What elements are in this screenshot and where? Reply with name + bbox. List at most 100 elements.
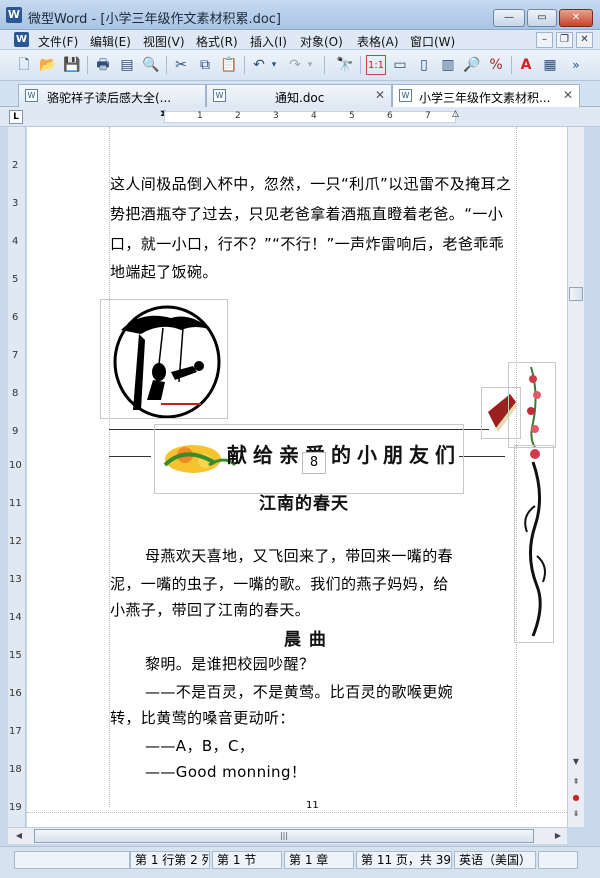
title-bar: W 微型Word - [小学三年级作文素材积累.doc] — ▭ ✕ <box>0 0 600 30</box>
undo-icon[interactable]: ↶ <box>249 55 269 75</box>
tab-document-2[interactable]: W 通知.doc ✕ <box>206 84 392 107</box>
print-preview-icon[interactable]: 🔍 <box>141 55 161 75</box>
right-indent-marker-icon[interactable]: △ <box>452 109 459 119</box>
actual-size-icon[interactable]: 1:1 <box>366 55 386 75</box>
next-page-icon[interactable]: ⇟ <box>569 807 583 822</box>
swing-clipart-image[interactable] <box>100 299 228 419</box>
section-title: 江南的春天 <box>259 494 349 514</box>
tab-close-icon[interactable]: ✕ <box>563 88 573 102</box>
scroll-right-arrow-icon[interactable]: ▶ <box>551 829 565 843</box>
tab-document-3[interactable]: W 小学三年级作文素材积... ✕ <box>392 84 580 107</box>
vruler-number: 3 <box>12 198 19 209</box>
status-empty <box>14 851 130 869</box>
horizontal-ruler[interactable]: L ⧗ 1 2 3 4 5 6 7 △ <box>0 107 600 127</box>
doc-minimize-button[interactable]: – <box>536 32 553 48</box>
copy-icon[interactable]: ⧉ <box>195 55 215 75</box>
window-title: 微型Word - [小学三年级作文素材积累.doc] <box>28 12 281 27</box>
flower-vine-image[interactable] <box>508 362 556 448</box>
vruler-number: 11 <box>9 498 22 509</box>
horizontal-scrollbar[interactable]: ◀ ||| ▶ <box>8 827 567 844</box>
maximize-button[interactable]: ▭ <box>527 9 557 27</box>
paragraph-line: 泥，一嘴的虫子，一嘴的歌。我们的燕子妈妈，给 <box>110 575 449 593</box>
open-folder-icon[interactable]: 📂 <box>38 55 58 75</box>
menu-insert[interactable]: 插入(I) <box>250 33 287 50</box>
print-icon[interactable]: 🖶 <box>93 55 113 75</box>
vruler-number: 6 <box>12 312 19 323</box>
format-paint-icon[interactable]: ▦ <box>540 55 560 75</box>
vruler-number: 12 <box>9 536 22 547</box>
close-button[interactable]: ✕ <box>559 9 593 27</box>
status-page: 第 11 页，共 39 <box>356 851 452 869</box>
cut-icon[interactable]: ✂ <box>171 55 191 75</box>
status-extra <box>538 851 578 869</box>
divider-line <box>109 456 151 457</box>
menu-file[interactable]: 文件(F) <box>38 33 78 50</box>
previous-page-icon[interactable]: ⇞ <box>569 775 583 790</box>
paragraph-line: ——Good monning！ <box>145 763 307 781</box>
menu-view[interactable]: 视图(V) <box>143 33 185 50</box>
tab-close-icon[interactable]: ✕ <box>375 88 385 102</box>
paragraph-line: 这人间极品倒入杯中，忽然，一只“利爪”以迅雷不及掩耳之 <box>110 175 512 193</box>
tab-stop-selector[interactable]: L <box>9 110 23 124</box>
word-doc-icon: W <box>25 89 38 102</box>
ruler-number: 6 <box>387 111 393 121</box>
font-color-icon[interactable]: A <box>516 55 536 75</box>
vruler-number: 18 <box>9 764 22 775</box>
left-margin-guide <box>109 127 110 807</box>
document-page[interactable]: 这人间极品倒入杯中，忽然，一只“利爪”以迅雷不及掩耳之 势把酒瓶夺了过去，只见老… <box>27 127 567 827</box>
menu-format[interactable]: 格式(R) <box>196 33 238 50</box>
document-icon[interactable]: W <box>14 32 29 47</box>
redo-icon[interactable]: ↷ <box>285 55 305 75</box>
paragraph-line: 小燕子，带回了江南的春天。 <box>110 601 311 619</box>
ruler-number: 3 <box>273 111 279 121</box>
tab-label: 小学三年级作文素材积... <box>419 91 551 105</box>
percent-zoom-icon[interactable]: % <box>486 55 506 75</box>
vruler-number: 5 <box>12 274 19 285</box>
redo-dropdown-icon[interactable]: ▾ <box>304 55 316 75</box>
ornament-vine-image[interactable] <box>514 445 554 643</box>
horizontal-scroll-thumb[interactable]: ||| <box>34 829 534 843</box>
scroll-left-arrow-icon[interactable]: ◀ <box>12 829 26 843</box>
ruler-number: 2 <box>235 111 241 121</box>
page-width-icon[interactable]: ▭ <box>390 55 410 75</box>
document-tabs: W 骆驼祥子读后感大全(... W 通知.doc ✕ W 小学三年级作文素材积.… <box>0 81 600 107</box>
paste-icon[interactable]: 📋 <box>219 55 239 75</box>
ruler-number: 1 <box>197 111 203 121</box>
ruler-number: 5 <box>349 111 355 121</box>
vruler-number: 2 <box>12 160 19 171</box>
menu-bar: W 文件(F) 编辑(E) 视图(V) 格式(R) 插入(I) 对象(O) 表格… <box>0 30 600 50</box>
zoom-icon[interactable]: 🔎 <box>462 55 482 75</box>
vruler-number: 13 <box>9 574 22 585</box>
menu-table[interactable]: 表格(A) <box>357 33 399 50</box>
toolbar-divider <box>87 56 88 74</box>
doc-close-button[interactable]: ✕ <box>576 32 593 48</box>
paragraph-line: 势把酒瓶夺了过去，只见老爸拿着酒瓶直瞪着老爸。“一小 <box>110 205 504 223</box>
pdf-export-icon[interactable]: ▤ <box>117 55 137 75</box>
find-icon[interactable]: 🔭 <box>335 55 355 75</box>
vertical-scrollbar[interactable]: ▼ ⇞ ● ⇟ <box>567 127 584 827</box>
section-title: 晨 曲 <box>284 630 327 650</box>
ruler-number: 4 <box>311 111 317 121</box>
more-tools-icon[interactable]: » <box>566 55 586 75</box>
paragraph-line: 转，比黄莺的嗓音更动听： <box>110 709 295 727</box>
menu-object[interactable]: 对象(O) <box>300 33 343 50</box>
save-icon[interactable]: 💾 <box>62 55 82 75</box>
doc-restore-button[interactable]: ❐ <box>556 32 573 48</box>
menu-window[interactable]: 窗口(W) <box>410 33 455 50</box>
two-pages-icon[interactable]: ▥ <box>438 55 458 75</box>
tab-document-1[interactable]: W 骆驼祥子读后感大全(... <box>18 84 206 107</box>
minimize-button[interactable]: — <box>493 9 525 27</box>
vruler-number: 19 <box>9 802 22 813</box>
vruler-number: 10 <box>9 460 22 471</box>
ruler-scale: 1 2 3 4 5 6 7 <box>164 111 456 123</box>
vertical-scroll-thumb[interactable] <box>569 287 583 301</box>
vertical-ruler[interactable]: 2 3 4 5 6 7 8 9 10 11 12 13 14 15 16 17 … <box>8 127 26 827</box>
paragraph-line: 母燕欢天喜地，又飞回来了，带回来一嘴的春 <box>145 547 454 565</box>
menu-edit[interactable]: 编辑(E) <box>90 33 131 50</box>
browse-object-icon[interactable]: ● <box>569 791 583 806</box>
new-document-icon[interactable]: 🗋 <box>14 55 34 75</box>
divider-line <box>459 456 505 457</box>
undo-dropdown-icon[interactable]: ▾ <box>268 55 280 75</box>
scroll-down-arrow-icon[interactable]: ▼ <box>569 755 583 770</box>
whole-page-icon[interactable]: ▯ <box>414 55 434 75</box>
